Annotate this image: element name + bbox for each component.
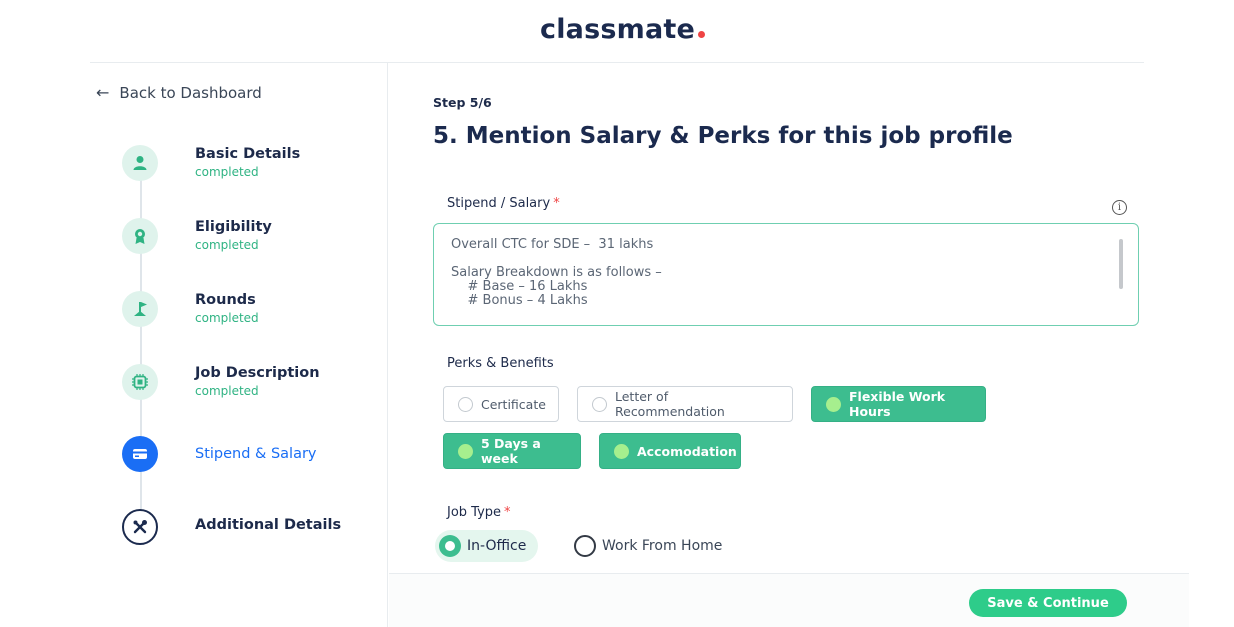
checkbox-dot — [826, 396, 841, 412]
required-mark: * — [504, 505, 511, 520]
logo-dot — [698, 31, 705, 38]
step-title: Job Description — [195, 365, 320, 381]
main-content: Step 5/6 5. Mention Salary & Perks for t… — [389, 63, 1189, 573]
step-status: completed — [195, 384, 259, 398]
job-type-label-text: Job Type — [447, 505, 502, 520]
step-status: completed — [195, 165, 259, 179]
step-title: Eligibility — [195, 219, 272, 235]
step-counter: Step 5/6 — [433, 95, 492, 110]
tools-icon — [122, 509, 158, 545]
flag-icon — [122, 291, 158, 327]
required-mark: * — [553, 196, 560, 211]
checkbox-dot — [458, 443, 473, 459]
radio-circle — [574, 535, 596, 557]
page-title: 5. Mention Salary & Perks for this job p… — [433, 123, 1013, 149]
card-icon — [122, 436, 158, 472]
salary-label-text: Stipend / Salary — [447, 196, 551, 211]
step-title: Additional Details — [195, 517, 342, 533]
radio-circle — [439, 535, 461, 557]
checkbox-dot — [592, 396, 607, 412]
perk-5-days-a-week[interactable]: 5 Days a week — [443, 433, 581, 469]
step-title: Basic Details — [195, 146, 301, 162]
step-stipend-salary[interactable]: Stipend & Salary — [122, 436, 317, 472]
job-type-in-office-radio[interactable]: In-Office — [435, 530, 539, 562]
chip-icon — [122, 364, 158, 400]
perk-label: Flexible Work Hours — [849, 389, 946, 419]
checkbox-dot — [458, 396, 473, 412]
job-type-work-from-home-radio[interactable]: Work From Home — [574, 530, 722, 562]
salary-line: Salary Breakdown is as follows – — [451, 265, 662, 280]
perk-label: 5 Days a week — [481, 436, 541, 466]
textarea-scrollbar[interactable] — [1119, 239, 1123, 289]
step-rounds[interactable]: Rounds completed — [122, 291, 259, 327]
checkbox-dot — [614, 443, 629, 459]
job-type-label: Job Type * — [447, 505, 511, 520]
perk-letter-of-recommendation[interactable]: Letter of Recommendation — [577, 386, 793, 422]
sidebar: ← Back to Dashboard Basic Details comple… — [90, 63, 388, 627]
salary-line: # Bonus – 4 Lakhs — [451, 293, 588, 308]
back-label: Back to Dashboard — [119, 83, 262, 102]
salary-label: Stipend / Salary * — [447, 196, 560, 211]
perk-label: Certificate — [481, 396, 546, 412]
app-logo[interactable]: classmate — [540, 14, 705, 45]
perk-label: Accomodation — [637, 443, 737, 459]
step-basic-details[interactable]: Basic Details completed — [122, 145, 300, 181]
salary-blank-line — [451, 252, 1121, 266]
perk-flexible-work-hours[interactable]: Flexible Work Hours — [811, 386, 986, 422]
perks-label: Perks & Benefits — [447, 356, 554, 371]
award-icon — [122, 218, 158, 254]
salary-line: # Base – 16 Lakhs — [451, 279, 588, 294]
step-status: completed — [195, 311, 259, 325]
step-eligibility[interactable]: Eligibility completed — [122, 218, 272, 254]
perk-label: Letter of Recommendation — [615, 389, 725, 419]
arrow-left-icon: ← — [96, 83, 110, 102]
perk-accomodation[interactable]: Accomodation — [599, 433, 741, 469]
info-glyph: i — [1117, 202, 1122, 213]
footer-bar: Save & Continue — [389, 573, 1189, 627]
radio-label: In-Office — [467, 538, 527, 554]
radio-label: Work From Home — [602, 538, 723, 554]
salary-textarea[interactable]: Overall CTC for SDE – 31 lakhs Salary Br… — [433, 223, 1139, 326]
back-to-dashboard-link[interactable]: ← Back to Dashboard — [96, 83, 262, 102]
user-icon — [122, 145, 158, 181]
step-additional-details[interactable]: Additional Details — [122, 509, 341, 545]
salary-line: Overall CTC for SDE – 31 lakhs — [451, 237, 654, 252]
save-and-continue-button[interactable]: Save & Continue — [969, 589, 1127, 617]
step-job-description[interactable]: Job Description completed — [122, 364, 320, 400]
step-title: Rounds — [195, 292, 256, 308]
info-icon[interactable]: i — [1112, 200, 1127, 215]
perk-certificate[interactable]: Certificate — [443, 386, 559, 422]
step-title: Stipend & Salary — [195, 446, 317, 462]
header: classmate — [0, 0, 1234, 63]
logo-text: classmate — [540, 14, 695, 45]
step-status: completed — [195, 238, 259, 252]
